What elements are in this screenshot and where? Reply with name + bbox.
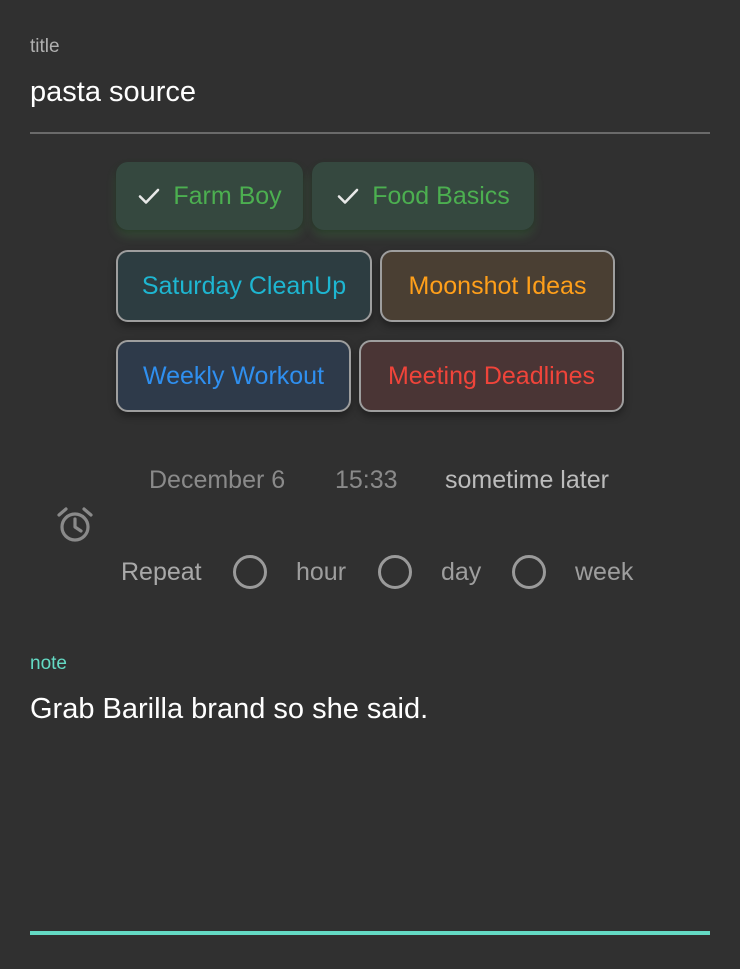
reminder-time[interactable]: 15:33 <box>335 466 398 495</box>
repeat-week-label[interactable]: week <box>575 558 633 587</box>
tag-chip-label: Meeting Deadlines <box>387 361 596 390</box>
tag-chip-weekly-workout[interactable]: Weekly Workout <box>116 340 351 412</box>
alarm-clock-icon[interactable] <box>55 505 95 545</box>
tag-chip-saturday-cleanup[interactable]: Saturday CleanUp <box>116 250 372 322</box>
check-icon <box>336 184 360 208</box>
repeat-hour-radio[interactable] <box>233 555 267 589</box>
reminder-date[interactable]: December 6 <box>149 466 285 495</box>
tag-chip-label: Farm Boy <box>173 181 282 210</box>
tag-chip-label: Weekly Workout <box>142 361 325 390</box>
tag-chip-label: Moonshot Ideas <box>408 271 587 300</box>
note-underline <box>30 931 710 935</box>
reminder-later-button[interactable]: sometime later <box>445 466 609 495</box>
note-label: note <box>30 653 67 674</box>
tag-chip-moonshot-ideas[interactable]: Moonshot Ideas <box>380 250 615 322</box>
title-label: title <box>30 36 60 57</box>
tag-chip-label: Saturday CleanUp <box>141 271 347 300</box>
title-field[interactable]: title pasta source <box>30 34 710 134</box>
tag-chip-label: Food Basics <box>372 181 510 210</box>
tag-chip-farm-boy[interactable]: Farm Boy <box>116 162 303 230</box>
note-input[interactable]: Grab Barilla brand so she said. <box>30 693 428 726</box>
tag-chip-food-basics[interactable]: Food Basics <box>312 162 534 230</box>
repeat-day-radio[interactable] <box>378 555 412 589</box>
repeat-hour-label[interactable]: hour <box>296 558 346 587</box>
repeat-week-radio[interactable] <box>512 555 546 589</box>
tag-chip-meeting-deadlines[interactable]: Meeting Deadlines <box>359 340 624 412</box>
repeat-day-label[interactable]: day <box>441 558 481 587</box>
title-input[interactable]: pasta source <box>30 76 196 109</box>
check-icon <box>137 184 161 208</box>
repeat-label: Repeat <box>121 558 202 586</box>
